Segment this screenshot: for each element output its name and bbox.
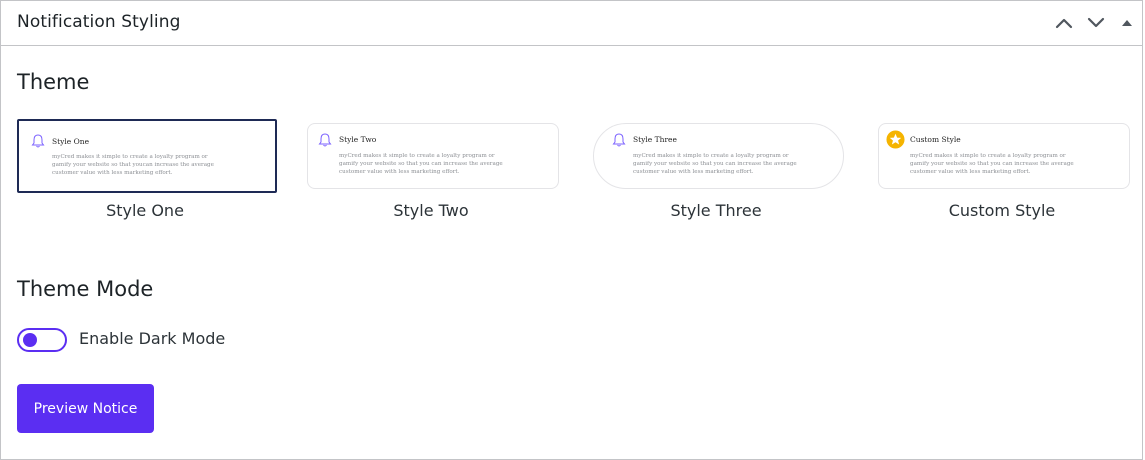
theme-heading: Theme <box>17 70 90 94</box>
bell-icon <box>612 133 626 147</box>
card-label-style-one: Style One <box>106 201 184 220</box>
star-badge-icon <box>886 130 905 149</box>
chevron-up-icon <box>1055 18 1073 29</box>
move-up-button[interactable] <box>1052 12 1076 34</box>
bell-icon <box>318 133 332 147</box>
chevron-down-icon <box>1087 17 1105 28</box>
theme-card-style-one[interactable]: Style One myCred makes it simple to crea… <box>17 119 277 193</box>
caret-up-icon <box>1122 20 1132 26</box>
theme-card-custom-style[interactable]: Custom Style myCred makes it simple to c… <box>878 123 1130 189</box>
card-title: Style One <box>52 137 90 146</box>
panel-title: Notification Styling <box>17 12 181 32</box>
card-body: myCred makes it simple to create a loyal… <box>339 153 503 175</box>
preview-notice-button[interactable]: Preview Notice <box>17 384 154 433</box>
card-body: myCred makes it simple to create a loyal… <box>910 153 1074 175</box>
theme-card-style-three[interactable]: Style Three myCred makes it simple to cr… <box>593 123 844 189</box>
dark-mode-toggle[interactable] <box>17 328 67 352</box>
bell-icon <box>31 134 45 148</box>
notification-styling-panel: Notification Styling Theme Style One myC… <box>0 0 1143 460</box>
card-body: myCred makes it simple to create a loyal… <box>633 153 797 175</box>
dark-mode-label: Enable Dark Mode <box>79 329 226 348</box>
card-title: Custom Style <box>910 135 961 144</box>
theme-card-style-two[interactable]: Style Two myCred makes it simple to crea… <box>307 123 559 189</box>
move-down-button[interactable] <box>1084 12 1108 34</box>
toggle-panel-button[interactable] <box>1115 12 1139 34</box>
card-title: Style Two <box>339 135 377 144</box>
panel-header: Notification Styling <box>1 1 1142 46</box>
card-title: Style Three <box>633 135 677 144</box>
toggle-knob <box>23 333 37 347</box>
card-label-custom-style: Custom Style <box>948 201 1056 220</box>
card-body: myCred makes it simple to create a loyal… <box>52 154 214 176</box>
theme-mode-heading: Theme Mode <box>17 277 154 301</box>
card-label-style-three: Style Three <box>670 201 762 220</box>
card-label-style-two: Style Two <box>393 201 469 220</box>
